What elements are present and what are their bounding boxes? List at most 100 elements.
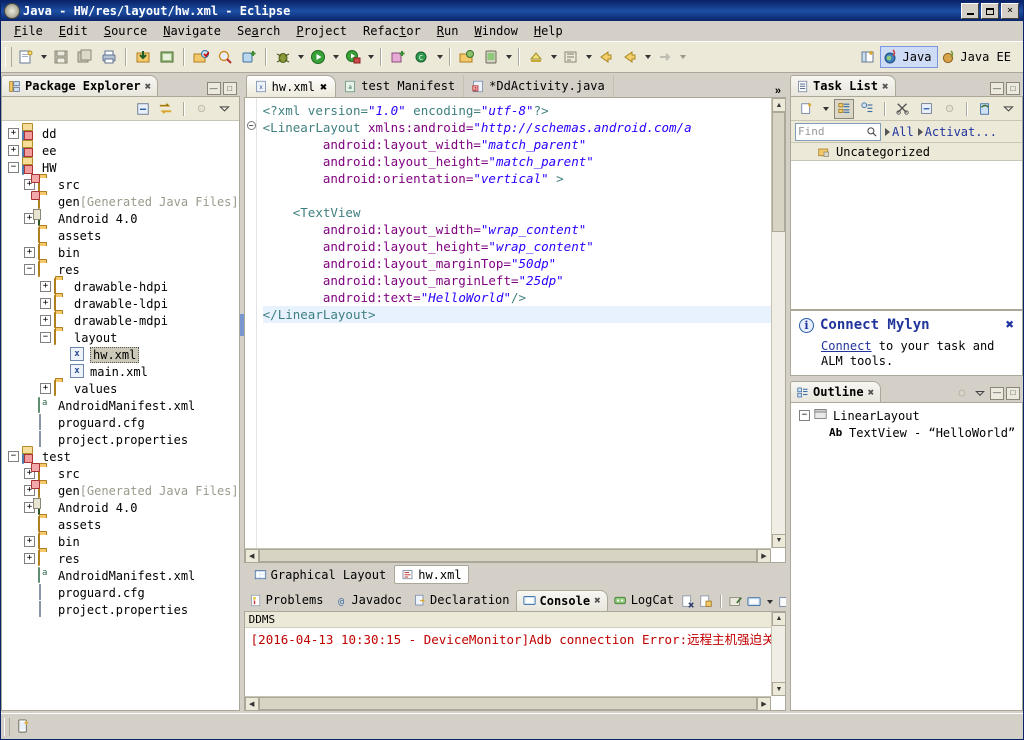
status-android-device[interactable] [16,717,31,737]
close-icon[interactable]: ✖ [882,80,889,93]
chevron-down-icon[interactable] [215,99,235,119]
collapse-icon[interactable]: − [24,264,35,275]
new-task-dropdown[interactable] [820,98,831,120]
minimize-button[interactable]: — [990,386,1004,400]
new-wizard-icon[interactable] [15,46,37,68]
build-all-icon[interactable] [190,46,212,68]
tree-item-proguard-cfg[interactable]: proguard.cfg [6,414,239,431]
tree-item-res[interactable]: − res [6,261,239,278]
expand-icon[interactable]: + [40,298,51,309]
collapse-icon[interactable]: − [8,162,19,173]
tree-item-androidmanifest-xml[interactable]: AndroidManifest.xml [6,567,239,584]
menu-refactor[interactable]: Refactor [356,22,428,40]
new-java-package-icon[interactable] [387,46,409,68]
previous-annotation-icon[interactable] [560,46,582,68]
search-icon[interactable] [214,46,236,68]
minimize-button[interactable]: — [990,82,1004,95]
view-menu-button[interactable] [192,99,212,119]
minimize-button[interactable] [961,3,979,19]
android-avd-manager-icon[interactable] [480,46,502,68]
home-icon[interactable] [654,46,676,68]
debug-dropdown-arrow[interactable] [295,46,306,68]
tree-item-gen[interactable]: + gen [Generated Java Files] [6,482,239,499]
forward-dropdown-arrow[interactable] [642,46,653,68]
maximize-button[interactable]: □ [1006,386,1020,400]
task-filter-activate[interactable]: Activat... [917,125,997,139]
categorized-presentation-button[interactable] [834,98,854,119]
run-external-tools-dropdown-arrow[interactable] [365,46,376,68]
android-avd-dropdown-arrow[interactable] [503,46,514,68]
tab-javadoc[interactable]: @ Javadoc [329,590,408,611]
collapse-icon[interactable]: − [799,410,810,421]
tree-item-main-xml[interactable]: x main.xml [6,363,239,380]
open-perspective-icon[interactable] [857,46,879,68]
editor-bottom-tab-hw-xml[interactable]: hw.xml [394,565,469,584]
next-annotation-dropdown-arrow[interactable] [548,46,559,68]
collapse-icon[interactable]: − [8,451,19,462]
task-filter-all[interactable]: All [885,125,914,139]
editor-tab-test-manifest[interactable]: a test Manifest [336,75,465,97]
menu-project[interactable]: Project [289,22,354,40]
scroll-down-icon[interactable]: ▼ [772,533,785,548]
menu-window[interactable]: Window [467,22,524,40]
new-android-project-icon[interactable] [238,46,260,68]
back-icon[interactable] [595,46,617,68]
tree-item-dd[interactable]: + dd [6,125,239,142]
close-button[interactable]: × [1001,3,1019,19]
tab-logcat[interactable]: LogCat [608,590,680,611]
expand-icon[interactable]: + [8,128,19,139]
new-wizard-dropdown-arrow[interactable] [38,46,49,68]
expand-icon[interactable]: + [40,383,51,394]
new-task-button[interactable] [797,99,817,119]
close-icon[interactable]: ✖ [1006,317,1014,333]
tab-outline[interactable]: Outline ✖ [790,381,882,402]
run-external-tools-icon[interactable] [342,46,364,68]
perspective-java[interactable]: Java [879,46,939,68]
maximize-button[interactable] [981,3,999,19]
minimize-button[interactable]: — [206,82,221,95]
search-icon[interactable] [866,126,878,138]
tab-problems[interactable]: Problems [244,590,330,611]
maximize-button[interactable]: □ [1006,82,1020,95]
tab-task-list[interactable]: Task List ✖ [790,75,896,96]
import-icon[interactable] [132,46,154,68]
editor-bottom-tab-graphical-layout[interactable]: Graphical Layout [248,565,393,584]
debug-icon[interactable] [272,46,294,68]
console-horizontal-scrollbar[interactable]: ◀ ▶ [244,696,771,711]
editor-code-text[interactable]: <?xml version="1.0" encoding="utf-8"?> <L… [257,98,785,562]
outline-tree[interactable]: − LinearLayout Ab TextView - “HelloWorld” [791,403,1022,441]
task-category-uncategorized[interactable]: Uncategorized [791,143,1022,161]
display-selected-console-button[interactable] [746,594,762,610]
tree-item-project-properties[interactable]: project.properties [6,601,239,618]
tree-item-drawable-hdpi[interactable]: + drawable-hdpi [6,278,239,295]
scroll-thumb[interactable] [772,112,785,232]
hscroll-thumb[interactable] [258,697,757,710]
expand-icon[interactable]: + [24,553,35,564]
tree-item-proguard-cfg[interactable]: proguard.cfg [6,584,239,601]
tree-item-values[interactable]: + values [6,380,239,397]
tree-item-gen[interactable]: gen [Generated Java Files] [6,193,239,210]
menu-help[interactable]: Help [527,22,570,40]
tree-item-androidmanifest-xml[interactable]: AndroidManifest.xml [6,397,239,414]
previous-annotation-dropdown-arrow[interactable] [583,46,594,68]
scroll-left-icon[interactable]: ◀ [244,548,259,562]
next-annotation-icon[interactable] [525,46,547,68]
hscroll-thumb[interactable] [258,548,757,562]
editor-tab-ddactivity-java[interactable]: J *DdActivity.java [464,75,614,97]
focus-on-workweek-button[interactable] [893,99,913,119]
collapse-all-button[interactable] [133,99,153,119]
collapse-icon[interactable]: − [40,332,51,343]
clear-console-button[interactable] [680,594,696,610]
expand-icon[interactable]: + [40,281,51,292]
export-icon[interactable] [156,46,178,68]
lock-scroll-button[interactable] [698,594,714,610]
tree-item-textview-helloworld[interactable]: Ab TextView - “HelloWorld” [795,424,1022,441]
close-icon[interactable]: ✖ [145,80,152,93]
expand-icon[interactable]: + [40,315,51,326]
new-java-class-dropdown-arrow[interactable] [434,46,445,68]
menu-search[interactable]: Search [230,22,287,40]
restore-tasks-button[interactable] [939,99,959,119]
tree-item-linearlayout[interactable]: − LinearLayout [795,407,1022,424]
editor-tab-hw-xml[interactable]: x hw.xml ✖ [245,75,337,97]
mylyn-connect-link[interactable]: Connect [821,339,872,353]
